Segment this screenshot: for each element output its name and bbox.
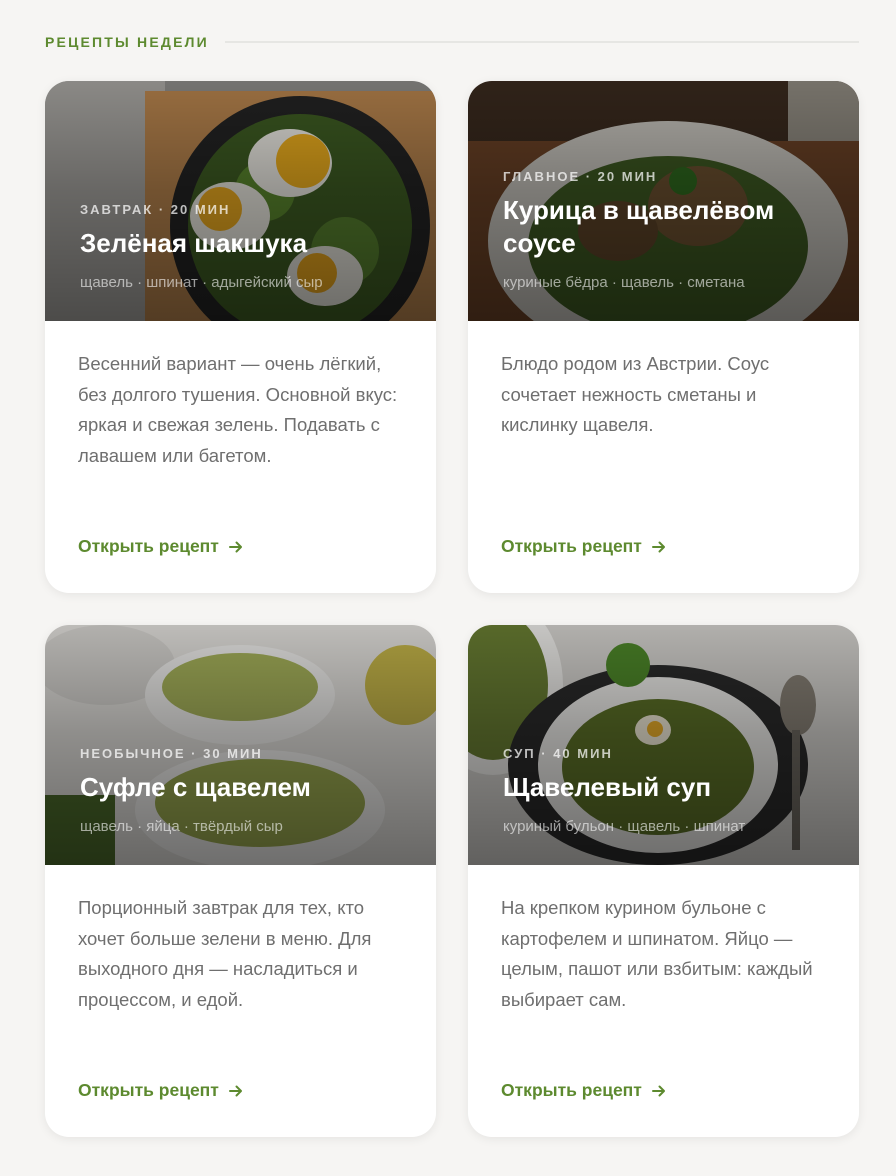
recipe-ingredients: щавель · яйца · твёрдый сыр bbox=[80, 818, 283, 835]
recipe-meta: НЕОБЫЧНОЕ · 30 МИН bbox=[80, 746, 263, 761]
open-recipe-label: Открыть рецепт bbox=[501, 1080, 642, 1100]
recipe-description: На крепком курином бульоне с картофелем … bbox=[501, 897, 813, 1010]
recipe-ingredients: куриные бёдра · щавель · сметана bbox=[503, 274, 745, 291]
recipe-title: Курица в щавелёвом соусе bbox=[503, 195, 775, 258]
section-title: РЕЦЕПТЫ НЕДЕЛИ bbox=[45, 34, 209, 50]
arrow-right-icon bbox=[228, 1085, 242, 1096]
recipe-meta: СУП · 40 МИН bbox=[503, 746, 613, 761]
recipe-ingredients: щавель · шпинат · адыгейский сыр bbox=[80, 274, 323, 291]
open-recipe-label: Открыть рецепт bbox=[78, 1080, 219, 1100]
recipe-image: ЗАВТРАК · 20 МИН Зелёная шакшука щавель … bbox=[45, 81, 436, 321]
recipe-image: ГЛАВНОЕ · 20 МИН Курица в щавелёвом соус… bbox=[468, 81, 859, 321]
recipe-card[interactable]: СУП · 40 МИН Щавелевый суп куриный бульо… bbox=[468, 625, 859, 1137]
open-recipe-link[interactable]: Открыть рецепт bbox=[78, 536, 243, 557]
recipe-title: Суфле с щавелем bbox=[80, 772, 311, 802]
open-recipe-label: Открыть рецепт bbox=[78, 536, 219, 556]
recipe-card[interactable]: ЗАВТРАК · 20 МИН Зелёная шакшука щавель … bbox=[45, 81, 436, 593]
recipe-description: Блюдо родом из Австрии. Соус сочетает не… bbox=[501, 353, 770, 435]
open-recipe-label: Открыть рецепт bbox=[501, 536, 642, 556]
recipe-card[interactable]: НЕОБЫЧНОЕ · 30 МИН Суфле с щавелем щавел… bbox=[45, 625, 436, 1137]
open-recipe-link[interactable]: Открыть рецепт bbox=[501, 1080, 666, 1101]
recipe-meta: ГЛАВНОЕ · 20 МИН bbox=[503, 169, 658, 184]
arrow-right-icon bbox=[651, 541, 665, 552]
recipe-card[interactable]: ГЛАВНОЕ · 20 МИН Курица в щавелёвом соус… bbox=[468, 81, 859, 593]
recipe-title: Зелёная шакшука bbox=[80, 228, 308, 258]
arrow-right-icon bbox=[651, 1085, 665, 1096]
recipe-image: НЕОБЫЧНОЕ · 30 МИН Суфле с щавелем щавел… bbox=[45, 625, 436, 865]
recipe-image: СУП · 40 МИН Щавелевый суп куриный бульо… bbox=[468, 625, 859, 865]
recipe-title: Щавелевый суп bbox=[503, 772, 712, 802]
section-header: РЕЦЕПТЫ НЕДЕЛИ bbox=[45, 32, 859, 52]
recipe-description: Порционный завтрак для тех, кто хочет бо… bbox=[78, 897, 372, 1010]
arrow-right-icon bbox=[228, 541, 242, 552]
open-recipe-link[interactable]: Открыть рецепт bbox=[78, 1080, 243, 1101]
recipe-description: Весенний вариант — очень лёгкий, без дол… bbox=[78, 353, 398, 466]
recipe-meta: ЗАВТРАК · 20 МИН bbox=[80, 202, 231, 217]
open-recipe-link[interactable]: Открыть рецепт bbox=[501, 536, 666, 557]
recipe-ingredients: куриный бульон · щавель · шпинат bbox=[503, 818, 746, 835]
section-divider bbox=[224, 41, 859, 43]
